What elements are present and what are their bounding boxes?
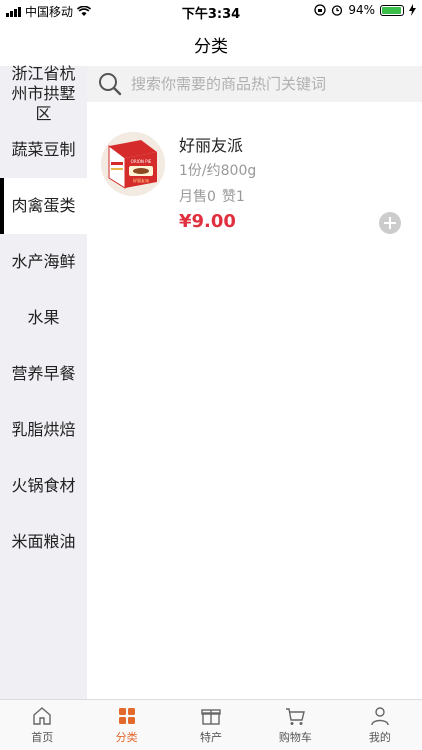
sidebar-item-label: 水果 [27, 308, 60, 327]
sidebar-item-grain-oil[interactable]: 米面粮油 [0, 514, 87, 570]
tab-home[interactable]: 首页 [0, 700, 84, 750]
category-sidebar: 浙江省杭州市拱墅区 蔬菜豆制 肉禽蛋类 水产海鲜 水果 营养早餐 乳脂烘焙 火锅… [0, 64, 87, 699]
page-title: 分类 [194, 36, 228, 57]
sidebar-item-meat[interactable]: 肉禽蛋类 [0, 178, 87, 234]
sidebar-item-vegetables[interactable]: 蔬菜豆制 [0, 122, 87, 178]
box-brand-text: ORION PIE [131, 159, 152, 164]
home-icon [33, 707, 51, 725]
charging-icon [409, 4, 416, 16]
tab-cart[interactable]: 购物车 [253, 700, 337, 750]
search-bar[interactable] [87, 66, 422, 102]
battery-percent: 94% [348, 3, 375, 17]
sidebar-item-breakfast[interactable]: 营养早餐 [0, 346, 87, 402]
sidebar-item-label: 浙江省杭州市拱墅区 [11, 64, 76, 123]
sidebar-item-dairy[interactable]: 乳脂烘焙 [0, 402, 87, 458]
add-to-cart-button[interactable] [379, 212, 401, 234]
status-bar: 中国移动 下午3:34 94% [0, 0, 422, 22]
tab-label: 特产 [200, 731, 223, 744]
search-icon [99, 73, 122, 96]
product-stats: 月售0 赞1 [179, 186, 245, 206]
sidebar-item-label: 火锅食材 [11, 476, 76, 495]
rotation-lock-icon [314, 4, 326, 16]
product-image[interactable]: ORION PIE 好丽友派 [101, 132, 165, 196]
tab-label: 分类 [115, 731, 138, 744]
nav-bar: 分类 [0, 22, 422, 66]
tab-label: 购物车 [278, 731, 312, 744]
product-price: ¥9.00 [179, 211, 236, 232]
sidebar-item-fruit[interactable]: 水果 [0, 290, 87, 346]
sidebar-item-label: 米面粮油 [11, 532, 76, 551]
tab-profile[interactable]: 我的 [338, 700, 422, 750]
sidebar-item-label: 肉禽蛋类 [11, 196, 76, 215]
sidebar-item-hotpot[interactable]: 火锅食材 [0, 458, 87, 514]
tab-bar: 首页 分类 特产 购物车 我的 [0, 699, 422, 750]
product-spec: 1份/约800g [179, 163, 257, 179]
sidebar-item-label: 蔬菜豆制 [11, 140, 76, 159]
tab-label: 首页 [31, 731, 54, 744]
battery-icon [380, 4, 404, 16]
monthly-sales: 月售0 [179, 189, 216, 205]
product-name: 好丽友派 [179, 136, 244, 155]
sidebar-item-label: 水产海鲜 [11, 252, 76, 271]
like-count: 赞1 [221, 189, 245, 205]
sidebar-item-seafood[interactable]: 水产海鲜 [0, 234, 87, 290]
product-card[interactable]: ORION PIE 好丽友派 好丽友派 1份/约800g 月售0 赞1 ¥9.0… [87, 118, 422, 238]
sidebar-item-location[interactable]: 浙江省杭州市拱墅区 [0, 64, 87, 123]
search-input[interactable] [131, 75, 411, 93]
sidebar-item-label: 乳脂烘焙 [11, 420, 76, 439]
alarm-icon [332, 5, 343, 16]
tab-category[interactable]: 分类 [84, 700, 168, 750]
box-cn-text: 好丽友派 [133, 177, 149, 183]
tab-specialty[interactable]: 特产 [169, 700, 253, 750]
sidebar-item-label: 营养早餐 [11, 364, 76, 383]
cart-icon [286, 708, 306, 725]
orion-pie-box-image: ORION PIE 好丽友派 [101, 132, 165, 196]
status-right: 94% [314, 3, 416, 17]
user-icon [371, 707, 389, 726]
category-icon [118, 708, 135, 724]
gift-icon [201, 709, 221, 725]
tab-label: 我的 [368, 731, 391, 744]
